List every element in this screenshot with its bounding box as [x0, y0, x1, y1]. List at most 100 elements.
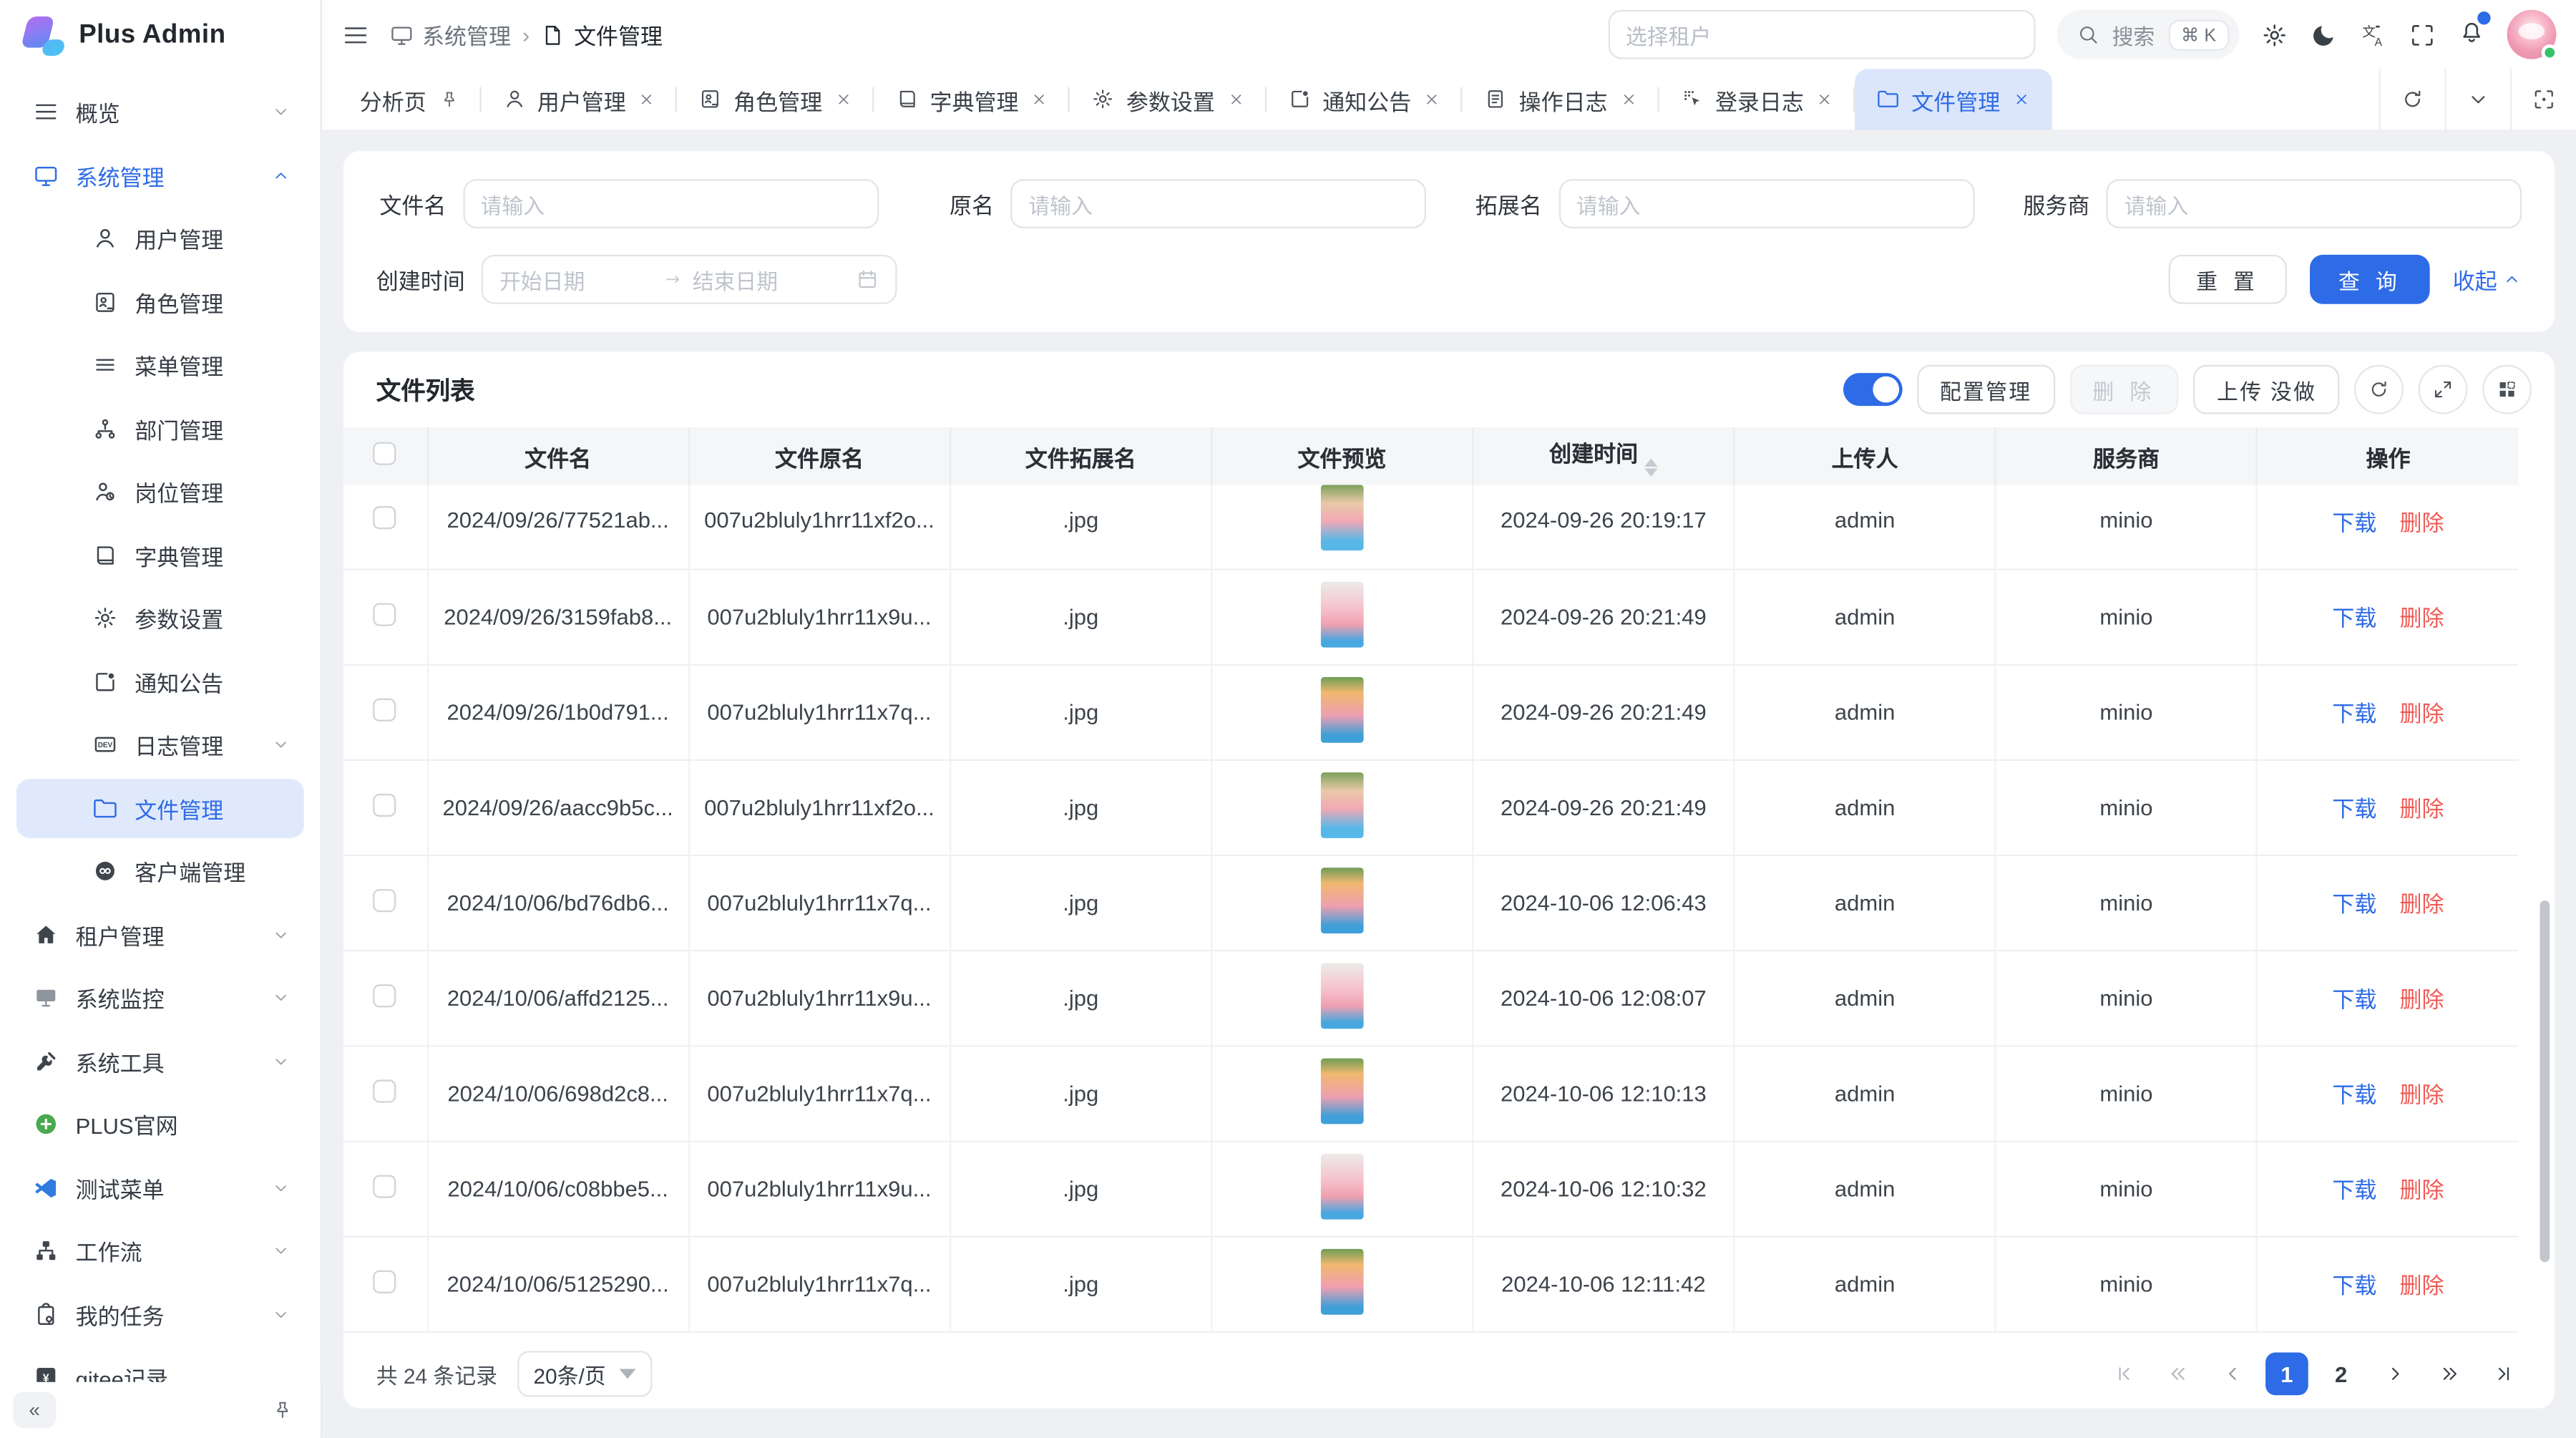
sidebar-item-用户管理[interactable]: 用户管理 — [16, 209, 304, 268]
column-header-操作[interactable]: 操作 — [2257, 427, 2519, 485]
date-range-input[interactable]: 开始日期 结束日期 — [482, 255, 897, 304]
tab-登录日志[interactable]: 登录日志 — [1659, 69, 1855, 130]
sidebar-item-参数设置[interactable]: 参数设置 — [16, 588, 304, 648]
download-link[interactable]: 下载 — [2332, 886, 2376, 919]
row-checkbox[interactable] — [374, 602, 396, 625]
preview-thumbnail[interactable] — [1321, 1248, 1364, 1314]
avatar[interactable] — [2507, 10, 2557, 59]
sidebar-item-通知公告[interactable]: 通知公告 — [16, 651, 304, 711]
breadcrumb-item[interactable]: 系统管理 — [389, 18, 511, 51]
reset-button[interactable]: 重 置 — [2168, 255, 2288, 304]
hamburger-menu-icon[interactable] — [342, 21, 370, 49]
language-icon[interactable]: 文A — [2359, 21, 2387, 49]
first-page-button[interactable] — [2103, 1353, 2146, 1396]
table-scrollbar[interactable] — [2540, 900, 2550, 1262]
close-icon[interactable] — [834, 90, 852, 108]
原名-input[interactable]: 请输入 — [1010, 179, 1426, 228]
sort-icon[interactable] — [1644, 459, 1657, 477]
tab-分析页[interactable]: 分析页 — [338, 69, 481, 130]
preview-thumbnail[interactable] — [1321, 485, 1364, 551]
tab-文件管理[interactable]: 文件管理 — [1855, 69, 2051, 130]
column-header-文件名[interactable]: 文件名 — [427, 427, 688, 485]
column-header-服务商[interactable]: 服务商 — [1996, 427, 2257, 485]
tab-角色管理[interactable]: 角色管理 — [677, 69, 873, 130]
sidebar-item-租户管理[interactable]: 租户管理 — [16, 905, 304, 964]
tab-操作日志[interactable]: 操作日志 — [1462, 69, 1658, 130]
sidebar-item-工作流[interactable]: 工作流 — [16, 1221, 304, 1281]
delete-link[interactable]: 删除 — [2400, 1077, 2444, 1109]
column-settings-button[interactable] — [2482, 365, 2532, 414]
文件名-input[interactable]: 请输入 — [462, 179, 878, 228]
close-icon[interactable] — [1226, 90, 1244, 108]
row-checkbox[interactable] — [374, 1079, 396, 1102]
preview-thumbnail[interactable] — [1321, 962, 1364, 1028]
toolbar-button-配置管理[interactable]: 配置管理 — [1917, 365, 2055, 414]
toolbar-button-上传没做[interactable]: 上传 没做 — [2194, 365, 2339, 414]
settings-icon[interactable] — [2260, 21, 2288, 49]
dark-mode-icon[interactable] — [2310, 21, 2338, 49]
delete-link[interactable]: 删除 — [2400, 886, 2444, 919]
close-icon[interactable] — [1619, 90, 1637, 108]
toolbar-button-删除[interactable]: 删 除 — [2069, 365, 2179, 414]
next-page-button[interactable] — [2374, 1353, 2417, 1396]
row-checkbox[interactable] — [374, 888, 396, 911]
sidebar-item-角色管理[interactable]: 角色管理 — [16, 272, 304, 331]
column-header-创建时间[interactable]: 创建时间 — [1473, 427, 1734, 485]
close-icon[interactable] — [1030, 90, 1048, 108]
preview-thumbnail[interactable] — [1321, 772, 1364, 837]
sidebar-item-我的任务[interactable]: 我的任务 — [16, 1284, 304, 1344]
page-button-2[interactable]: 2 — [2320, 1353, 2363, 1396]
column-header-文件原名[interactable]: 文件原名 — [688, 427, 950, 485]
sidebar-item-测试菜单[interactable]: 测试菜单 — [16, 1157, 304, 1217]
download-link[interactable]: 下载 — [2332, 981, 2376, 1014]
tab-用户管理[interactable]: 用户管理 — [481, 69, 677, 130]
拓展名-input[interactable]: 请输入 — [1558, 179, 1974, 228]
sidebar-item-gitee记录[interactable]: ¥gitee记录 — [16, 1348, 304, 1382]
tab-参数设置[interactable]: 参数设置 — [1070, 69, 1266, 130]
global-search[interactable]: 搜索 ⌘ K — [2057, 10, 2240, 59]
prev-5-pages-button[interactable] — [2157, 1353, 2200, 1396]
download-link[interactable]: 下载 — [2332, 600, 2376, 633]
select-all-checkbox[interactable] — [374, 442, 396, 465]
tenant-select[interactable]: 选择租户 — [1608, 10, 2035, 59]
sidebar-item-客户端管理[interactable]: 客户端管理 — [16, 842, 304, 901]
download-link[interactable]: 下载 — [2332, 1172, 2376, 1205]
sidebar-pin-icon[interactable] — [271, 1399, 294, 1422]
download-link[interactable]: 下载 — [2332, 695, 2376, 728]
sidebar-item-部门管理[interactable]: 部门管理 — [16, 399, 304, 458]
close-icon[interactable] — [1815, 90, 1833, 108]
row-checkbox[interactable] — [374, 983, 396, 1006]
breadcrumb-item[interactable]: 文件管理 — [541, 18, 663, 51]
sidebar-item-岗位管理[interactable]: 岗位管理 — [16, 462, 304, 521]
tab-通知公告[interactable]: 通知公告 — [1266, 69, 1462, 130]
preview-thumbnail[interactable] — [1321, 1153, 1364, 1219]
close-icon[interactable] — [638, 90, 655, 108]
collapse-filter-link[interactable]: 收起 — [2453, 263, 2522, 296]
preview-thumbnail[interactable] — [1321, 867, 1364, 933]
delete-link[interactable]: 删除 — [2400, 504, 2444, 537]
toolbar-toggle[interactable] — [1843, 373, 1902, 406]
refresh-tab-icon[interactable] — [2379, 69, 2444, 130]
sidebar-item-概览[interactable]: 概览 — [16, 82, 304, 142]
delete-link[interactable]: 删除 — [2400, 1267, 2444, 1300]
download-link[interactable]: 下载 — [2332, 790, 2376, 823]
preview-thumbnail[interactable] — [1321, 676, 1364, 742]
delete-link[interactable]: 删除 — [2400, 695, 2444, 728]
sidebar-collapse-button[interactable]: « — [13, 1392, 56, 1429]
download-link[interactable]: 下载 — [2332, 1077, 2376, 1109]
close-icon[interactable] — [2011, 90, 2029, 108]
tab-menu-icon[interactable] — [2444, 69, 2510, 130]
tab-字典管理[interactable]: 字典管理 — [873, 69, 1069, 130]
sidebar-item-系统工具[interactable]: 系统工具 — [16, 1031, 304, 1091]
row-checkbox[interactable] — [374, 1174, 396, 1197]
page-size-select[interactable]: 20条/页 — [517, 1351, 651, 1396]
notifications-button[interactable] — [2458, 16, 2486, 53]
fullscreen-icon[interactable] — [2409, 21, 2436, 49]
column-header-文件预览[interactable]: 文件预览 — [1211, 427, 1473, 485]
sidebar-item-日志管理[interactable]: DEV日志管理 — [16, 715, 304, 774]
sidebar-item-系统监控[interactable]: 系统监控 — [16, 968, 304, 1027]
delete-link[interactable]: 删除 — [2400, 600, 2444, 633]
sidebar-item-系统管理[interactable]: 系统管理 — [16, 145, 304, 205]
last-page-button[interactable] — [2482, 1353, 2525, 1396]
pin-icon[interactable] — [438, 89, 459, 110]
